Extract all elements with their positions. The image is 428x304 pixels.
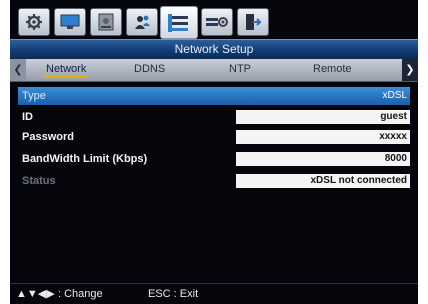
id-field[interactable]: guest — [236, 110, 410, 124]
monitor-icon — [60, 14, 80, 29]
users-icon — [135, 15, 150, 29]
network-icon — [168, 13, 188, 32]
password-field[interactable]: xxxxx — [236, 130, 410, 144]
tab-storage[interactable] — [90, 8, 122, 36]
tab-ntp-label: NTP — [229, 63, 251, 75]
setting-row-password[interactable]: Password xxxxx — [18, 128, 410, 146]
tab-system[interactable] — [18, 8, 50, 36]
exit-icon — [246, 14, 262, 30]
change-hint: : Change — [58, 288, 103, 300]
bandwidth-field[interactable]: 8000 — [236, 152, 410, 166]
bandwidth-label: BandWidth Limit (Kbps) — [22, 153, 148, 165]
password-label: Password — [22, 131, 74, 143]
network-subtabs: ❮ Network DDNS NTP Remote ❯ — [10, 59, 418, 82]
event-icon — [206, 17, 228, 27]
tab-exit[interactable] — [237, 8, 269, 36]
tab-ddns-label: DDNS — [134, 63, 166, 75]
hdd-icon — [98, 13, 114, 31]
chevron-left-icon[interactable]: ❮ — [10, 59, 26, 81]
tab-ntp[interactable]: NTP — [229, 59, 251, 81]
chevron-right-icon[interactable]: ❯ — [402, 59, 418, 81]
arrow-keys-icon: ▲▼◀▶ — [16, 288, 55, 300]
active-tab-underline — [44, 76, 89, 78]
tab-network-settings[interactable]: Network — [44, 59, 89, 81]
tab-ddns[interactable]: DDNS — [134, 59, 165, 81]
tab-remote[interactable]: Remote — [313, 59, 352, 81]
tab-users[interactable] — [126, 8, 158, 36]
dvr-setup-window: Network Setup ❮ Network DDNS NTP Remote … — [10, 0, 418, 304]
main-menu-tabs — [10, 6, 418, 39]
type-label: Type — [22, 90, 46, 102]
setting-row-status: Status xDSL not connected — [18, 172, 410, 190]
key-hints-bar: ▲▼◀▶ : Change ESC : Exit — [10, 283, 418, 304]
gear-icon — [26, 14, 42, 30]
exit-hint: ESC : Exit — [148, 288, 199, 300]
setting-row-bandwidth[interactable]: BandWidth Limit (Kbps) 8000 — [18, 150, 410, 168]
id-label: ID — [22, 111, 33, 123]
tab-event[interactable] — [201, 8, 233, 36]
setting-row-id[interactable]: ID guest — [18, 108, 410, 126]
tab-network[interactable] — [160, 6, 198, 39]
tab-remote-label: Remote — [313, 63, 352, 75]
type-select[interactable]: xDSL — [236, 87, 410, 105]
page-title: Network Setup — [10, 39, 418, 59]
status-label: Status — [22, 175, 56, 187]
status-value: xDSL not connected — [236, 174, 410, 188]
setting-row-type[interactable]: Type xDSL — [18, 87, 410, 105]
tab-network-label: Network — [46, 63, 87, 75]
tab-display[interactable] — [54, 8, 86, 36]
